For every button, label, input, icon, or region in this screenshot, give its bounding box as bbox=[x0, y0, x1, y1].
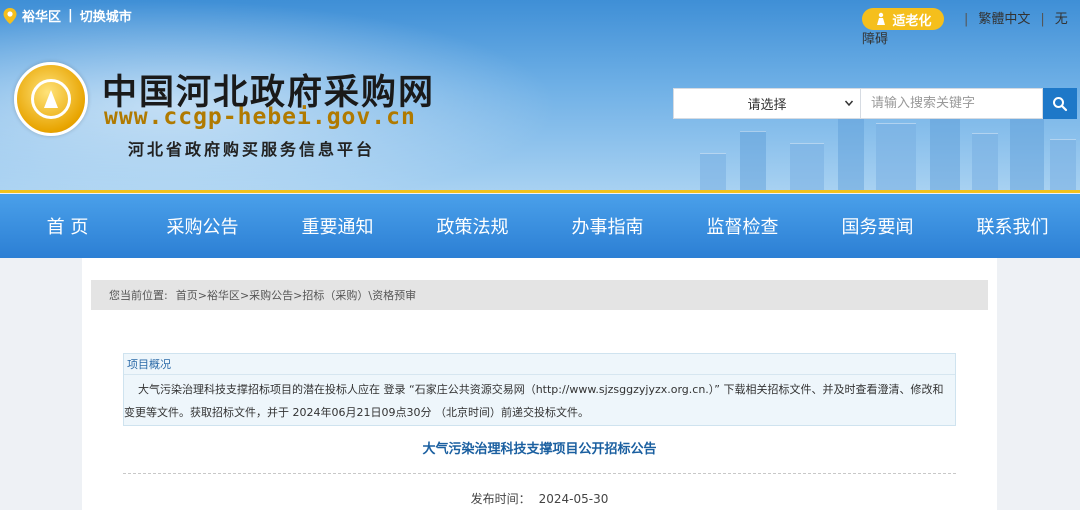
location-pin-icon bbox=[3, 7, 17, 24]
skyline-building bbox=[790, 143, 824, 193]
elder-mode-button[interactable]: 适老化 bbox=[862, 8, 944, 30]
site-url: www.ccgp-hebei.gov.cn bbox=[104, 104, 416, 130]
breadcrumb-label: 您当前位置: bbox=[109, 289, 168, 302]
nav-home[interactable]: 首 页 bbox=[0, 194, 135, 258]
search-button[interactable] bbox=[1043, 88, 1077, 119]
dashed-divider bbox=[123, 473, 956, 474]
overview-title: 项目概况 bbox=[124, 354, 955, 375]
header-banner: 裕华区 | 切换城市 | 繁體中文 | 无障碍 适老化 中国河北政府采购网 www.c… bbox=[0, 0, 1080, 193]
search-category-select[interactable]: 请选择 bbox=[673, 88, 861, 119]
breadcrumb: 您当前位置: 首页 > 裕华区 > 采购公告 > 招标（采购）\资格预审 bbox=[91, 280, 988, 310]
publish-time: 发布时间： 2024-05-30 bbox=[82, 490, 997, 507]
nav-contact[interactable]: 联系我们 bbox=[945, 194, 1080, 258]
nav-guide[interactable]: 办事指南 bbox=[540, 194, 675, 258]
skyline-building bbox=[1010, 113, 1044, 193]
breadcrumb-home[interactable]: 首页 bbox=[176, 287, 198, 303]
elder-person-icon bbox=[877, 12, 886, 25]
search-select-value: 请选择 bbox=[747, 98, 787, 113]
project-overview: 项目概况 大气污染治理科技支撑招标项目的潜在投标人应在 登录 “石家庄公共资源交… bbox=[123, 353, 956, 426]
location-separator: | bbox=[68, 8, 73, 23]
breadcrumb-separator: > bbox=[239, 288, 250, 302]
skyline-building bbox=[740, 131, 766, 193]
overview-body: 大气污染治理科技支撑招标项目的潜在投标人应在 登录 “石家庄公共资源交易网（ht… bbox=[124, 383, 944, 419]
nav-state-news[interactable]: 国务要闻 bbox=[810, 194, 945, 258]
top-link-separator: | bbox=[1040, 12, 1045, 27]
breadcrumb-separator: > bbox=[197, 288, 207, 302]
publish-date: 2024-05-30 bbox=[538, 492, 609, 506]
breadcrumb-procurement[interactable]: 采购公告 bbox=[249, 287, 293, 303]
nav-important-notices[interactable]: 重要通知 bbox=[270, 194, 405, 258]
chevron-down-icon bbox=[844, 100, 854, 107]
skyline-building bbox=[700, 153, 726, 193]
main-nav: 首 页 采购公告 重要通知 政策法规 办事指南 监督检查 国务要闻 联系我们 bbox=[0, 194, 1080, 258]
location-switcher[interactable]: 裕华区 | 切换城市 bbox=[2, 6, 132, 25]
logo-emblem-icon bbox=[31, 79, 71, 119]
search-icon bbox=[1053, 96, 1068, 111]
breadcrumb-category[interactable]: 招标（采购）\资格预审 bbox=[302, 287, 416, 303]
main-content: 您当前位置: 首页 > 裕华区 > 采购公告 > 招标（采购）\资格预审 项目概… bbox=[82, 258, 997, 510]
current-district: 裕华区 bbox=[22, 10, 62, 25]
switch-city-link[interactable]: 切换城市 bbox=[80, 6, 132, 25]
gold-divider bbox=[0, 190, 1080, 193]
site-subtitle: 河北省政府购买服务信息平台 bbox=[128, 140, 376, 159]
site-logo[interactable] bbox=[14, 62, 88, 136]
breadcrumb-separator: > bbox=[293, 288, 303, 302]
search-bar: 请选择 bbox=[673, 88, 1077, 119]
skyline-building bbox=[1050, 139, 1076, 193]
nav-supervision[interactable]: 监督检查 bbox=[675, 194, 810, 258]
nav-procurement-notices[interactable]: 采购公告 bbox=[135, 194, 270, 258]
breadcrumb-district[interactable]: 裕华区 bbox=[207, 287, 240, 303]
search-input[interactable] bbox=[861, 88, 1043, 119]
top-link-separator: | bbox=[964, 12, 969, 27]
publish-time-label: 发布时间： bbox=[470, 492, 531, 506]
elder-mode-label: 适老化 bbox=[892, 13, 932, 29]
traditional-chinese-link[interactable]: 繁體中文 bbox=[978, 12, 1030, 27]
skyline-building bbox=[876, 123, 916, 193]
notice-title: 大气污染治理科技支撑项目公开招标公告 bbox=[422, 442, 657, 457]
nav-policies[interactable]: 政策法规 bbox=[405, 194, 540, 258]
skyline-building bbox=[972, 133, 998, 193]
